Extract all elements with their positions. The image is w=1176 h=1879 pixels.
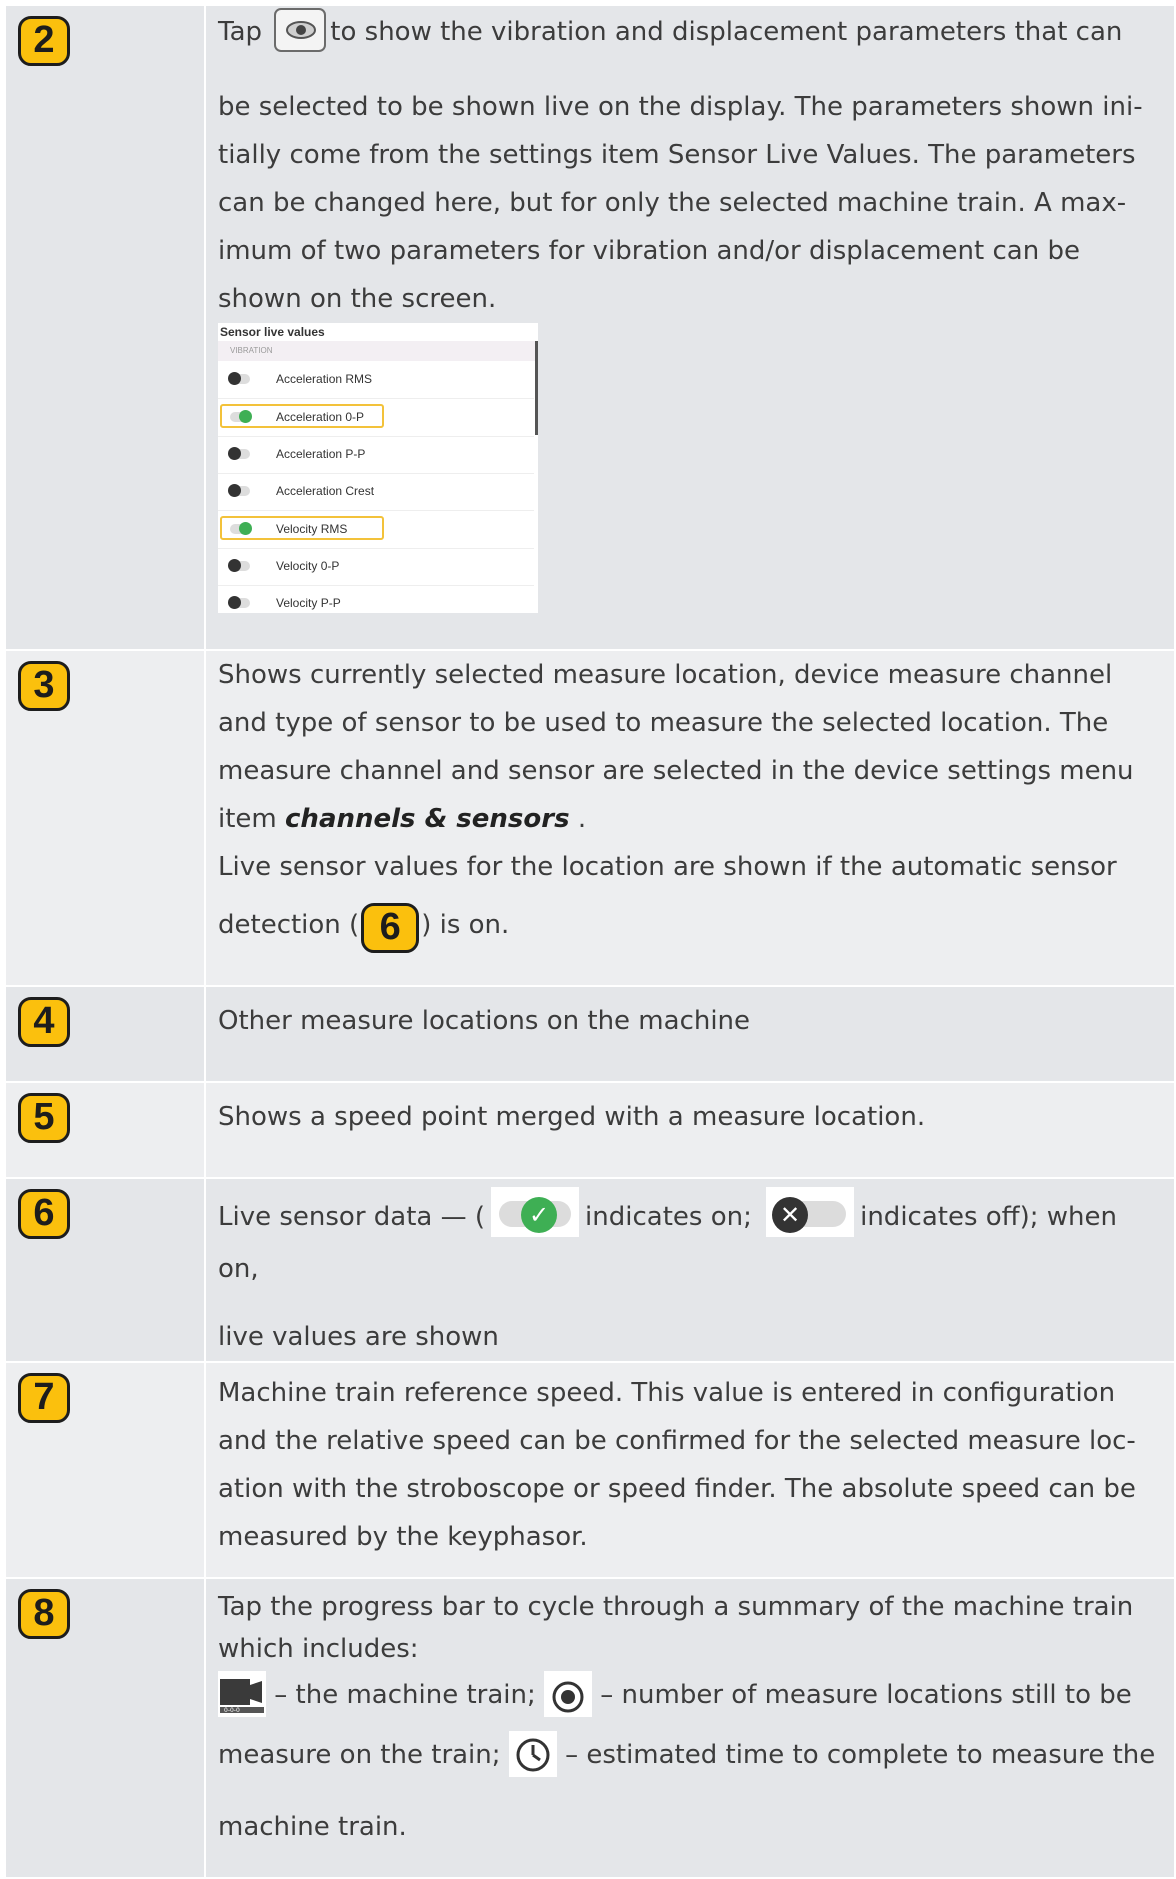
sensor-live-values-panel: Sensor live values VIBRATION Acceleratio…: [218, 323, 538, 613]
list-item[interactable]: Velocity P-P: [218, 585, 534, 613]
panel-section-header: VIBRATION: [218, 341, 538, 361]
callout-badge-2: 2: [18, 16, 70, 66]
legend-row-8: 8 Tap the progress bar to cycle through …: [4, 1577, 1176, 1879]
measure-location-icon: [544, 1671, 593, 1717]
panel-title: Sensor live values: [220, 325, 325, 339]
legend-row-3: 3 Shows currently selected measure locat…: [4, 649, 1176, 987]
legend-row-4: 4 Other measure locations on the machine: [4, 985, 1176, 1083]
toggle-off-icon: ✕: [766, 1187, 855, 1237]
callout-badge-4: 4: [18, 997, 70, 1047]
toggle-on-icon[interactable]: [230, 410, 252, 423]
svg-text:0-0-0: 0-0-0: [224, 1707, 240, 1714]
callout-badge-6-inline: 6: [361, 903, 420, 953]
legend-row-7: 7 Machine train reference speed. This va…: [4, 1361, 1176, 1579]
eye-icon: [274, 8, 327, 52]
toggle-off-icon[interactable]: [228, 559, 250, 572]
legend-description-6: Live sensor data — (✓ indicates on; ✕ indi…: [204, 1177, 1176, 1363]
toggle-on-icon: ✓: [491, 1187, 580, 1237]
list-item[interactable]: Velocity 0-P: [218, 548, 534, 586]
list-item[interactable]: Acceleration Crest: [218, 473, 534, 511]
toggle-off-icon[interactable]: [228, 596, 250, 609]
toggle-off-icon[interactable]: [228, 484, 250, 497]
toggle-on-icon[interactable]: [230, 522, 252, 535]
legend-description-2: Tap to show the vibration and displaceme…: [204, 4, 1176, 651]
legend-table: 2 Tap to show the vibration and displace…: [4, 4, 1176, 1879]
callout-badge-5: 5: [18, 1093, 70, 1143]
legend-row-6: 6 Live sensor data — (✓ indicates on; ✕ in…: [4, 1177, 1176, 1363]
list-item[interactable]: Acceleration 0-P: [218, 399, 534, 437]
list-item[interactable]: Acceleration RMS: [218, 361, 534, 399]
machine-train-icon: 0-0-0: [218, 1671, 266, 1717]
legend-description-8: Tap the progress bar to cycle through a …: [204, 1577, 1176, 1879]
legend-row-5: 5 Shows a speed point merged with a meas…: [4, 1081, 1176, 1179]
panel-scrollbar[interactable]: [535, 341, 538, 435]
legend-description-7: Machine train reference speed. This valu…: [204, 1361, 1176, 1579]
toggle-off-icon[interactable]: [228, 447, 250, 460]
clock-icon: [508, 1731, 557, 1777]
toggle-off-icon[interactable]: [228, 372, 250, 385]
list-item[interactable]: Velocity RMS: [218, 511, 534, 549]
callout-badge-8: 8: [18, 1589, 70, 1639]
list-item[interactable]: Acceleration P-P: [218, 436, 534, 474]
callout-badge-3: 3: [18, 661, 70, 711]
legend-description-3: Shows currently selected measure locatio…: [204, 649, 1176, 987]
legend-description-4: Other measure locations on the machine: [204, 985, 1176, 1083]
callout-badge-6: 6: [18, 1189, 70, 1239]
legend-description-5: Shows a speed point merged with a measur…: [204, 1081, 1176, 1179]
callout-badge-7: 7: [18, 1373, 70, 1423]
legend-row-2: 2 Tap to show the vibration and displace…: [4, 4, 1176, 651]
